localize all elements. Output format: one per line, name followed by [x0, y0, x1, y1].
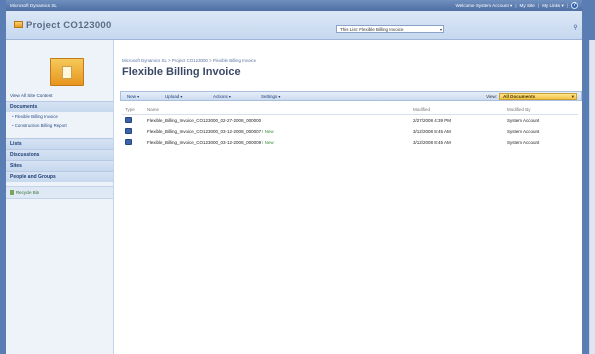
- table-row[interactable]: Flexible_Billing_Invoice_CO123000_02-27-…: [122, 114, 578, 126]
- table-row[interactable]: Flexible_Billing_Invoice_CO123000_03-12-…: [122, 137, 578, 148]
- my-site-link[interactable]: My Site: [520, 3, 535, 8]
- document-icon: [125, 116, 132, 123]
- top-site-link[interactable]: Microsoft Dynamics SL: [10, 3, 57, 8]
- separator: |: [515, 3, 517, 8]
- modified-cell: 2/27/2008 4:39 PM: [413, 117, 452, 123]
- separator: |: [537, 3, 540, 8]
- document-link[interactable]: Flexible_Billing_Invoice_CO123000_03-12-…: [147, 129, 261, 134]
- modified-by-link[interactable]: System Account: [504, 137, 578, 148]
- document-icon: [125, 138, 132, 145]
- column-header-name[interactable]: Name: [144, 106, 410, 115]
- chevron-down-icon: ▾: [571, 94, 574, 99]
- column-header-modified[interactable]: Modified: [410, 106, 504, 115]
- upload-menu-button[interactable]: Upload: [165, 94, 182, 99]
- my-links-menu[interactable]: My Links ▾: [542, 3, 564, 9]
- document-library-icon: [62, 66, 72, 79]
- name-cell[interactable]: Flexible_Billing_Invoice_CO123000_03-12-…: [144, 126, 410, 137]
- document-icon: [125, 127, 132, 134]
- column-header-modified-by[interactable]: Modified By: [504, 106, 578, 115]
- recycle-bin-link[interactable]: Recycle Bin: [6, 186, 113, 200]
- nav-heading-sites[interactable]: Sites: [6, 160, 113, 171]
- column-header-type[interactable]: Type: [122, 106, 144, 115]
- project-title[interactable]: Project CO123000: [26, 20, 112, 31]
- site-header: Project CO123000 This List: Flexible Bil…: [6, 11, 582, 51]
- library-logo: [50, 58, 84, 86]
- nav-heading-people-groups[interactable]: People and Groups: [6, 171, 113, 182]
- actions-menu-button[interactable]: Actions: [213, 94, 231, 99]
- modified-cell: 3/12/2008 8:45 AM: [413, 128, 451, 134]
- quick-launch-nav: View All Site Content Documents Flexible…: [6, 90, 113, 200]
- type-cell: [122, 114, 144, 126]
- breadcrumb[interactable]: Microsoft Dynamics SL > Project CO123000…: [122, 58, 256, 63]
- help-icon[interactable]: ?: [571, 2, 578, 9]
- list-toolbar: New Upload Actions Settings View: All Do…: [120, 91, 582, 101]
- document-link[interactable]: Flexible_Billing_Invoice_CO123000_02-27-…: [147, 118, 261, 123]
- modified-by-link[interactable]: System Account: [504, 126, 578, 137]
- chevron-down-icon: ▾: [439, 27, 442, 32]
- modified-by-link[interactable]: System Account: [504, 114, 578, 126]
- site-logo-icon: [14, 21, 23, 28]
- search-scope-value: This List: Flexible Billing Invoice: [340, 27, 404, 32]
- type-cell: [122, 126, 144, 137]
- document-link[interactable]: Flexible_Billing_Invoice_CO123000_03-12-…: [147, 140, 261, 145]
- browser-window: Microsoft Dynamics SL Welcome System Acc…: [6, 0, 582, 354]
- global-top-bar: Microsoft Dynamics SL Welcome System Acc…: [6, 0, 582, 11]
- view-select[interactable]: All Documents ▾: [499, 93, 577, 100]
- quick-launch: View All Site Content Documents Flexible…: [6, 40, 114, 354]
- name-cell[interactable]: Flexible_Billing_Invoice_CO123000_02-27-…: [144, 114, 410, 126]
- top-right-links: Welcome System Account ▾ | My Site | My …: [455, 2, 578, 9]
- page-title: Flexible Billing Invoice: [122, 66, 241, 78]
- search-scope-select[interactable]: This List: Flexible Billing Invoice ▾: [336, 25, 444, 33]
- welcome-menu[interactable]: Welcome System Account ▾: [455, 3, 512, 9]
- recycle-bin-label: Recycle Bin: [16, 190, 40, 195]
- search-icon[interactable]: ⚲: [572, 25, 579, 32]
- view-label: View:: [486, 94, 497, 99]
- document-list: Type Name Modified Modified By Flexible_…: [122, 106, 578, 148]
- separator: |: [566, 3, 568, 8]
- nav-heading-discussions[interactable]: Discussions: [6, 149, 113, 160]
- new-badge: ! New: [262, 128, 274, 134]
- modified-cell: 3/12/2008 8:45 AM: [413, 139, 451, 145]
- table-header-row: Type Name Modified Modified By: [122, 106, 578, 115]
- view-select-value: All Documents: [503, 94, 536, 99]
- vertical-scrollbar[interactable]: [589, 40, 595, 354]
- nav-item-flexible-billing-invoice[interactable]: Flexible Billing Invoice: [6, 112, 113, 121]
- new-menu-button[interactable]: New: [127, 94, 139, 99]
- nav-heading-lists[interactable]: Lists: [6, 138, 113, 149]
- recycle-bin-icon: [10, 190, 14, 196]
- settings-menu-button[interactable]: Settings: [261, 94, 280, 99]
- nav-item-construction-billing-report[interactable]: Construction Billing Report: [6, 121, 113, 130]
- new-badge: ! New: [262, 139, 274, 145]
- name-cell[interactable]: Flexible_Billing_Invoice_CO123000_03-12-…: [144, 137, 410, 148]
- main-content: Microsoft Dynamics SL > Project CO123000…: [114, 40, 582, 354]
- table-row[interactable]: Flexible_Billing_Invoice_CO123000_03-12-…: [122, 126, 578, 137]
- nav-heading-documents[interactable]: Documents: [6, 101, 113, 112]
- view-all-site-content-link[interactable]: View All Site Content: [6, 90, 113, 101]
- type-cell: [122, 137, 144, 148]
